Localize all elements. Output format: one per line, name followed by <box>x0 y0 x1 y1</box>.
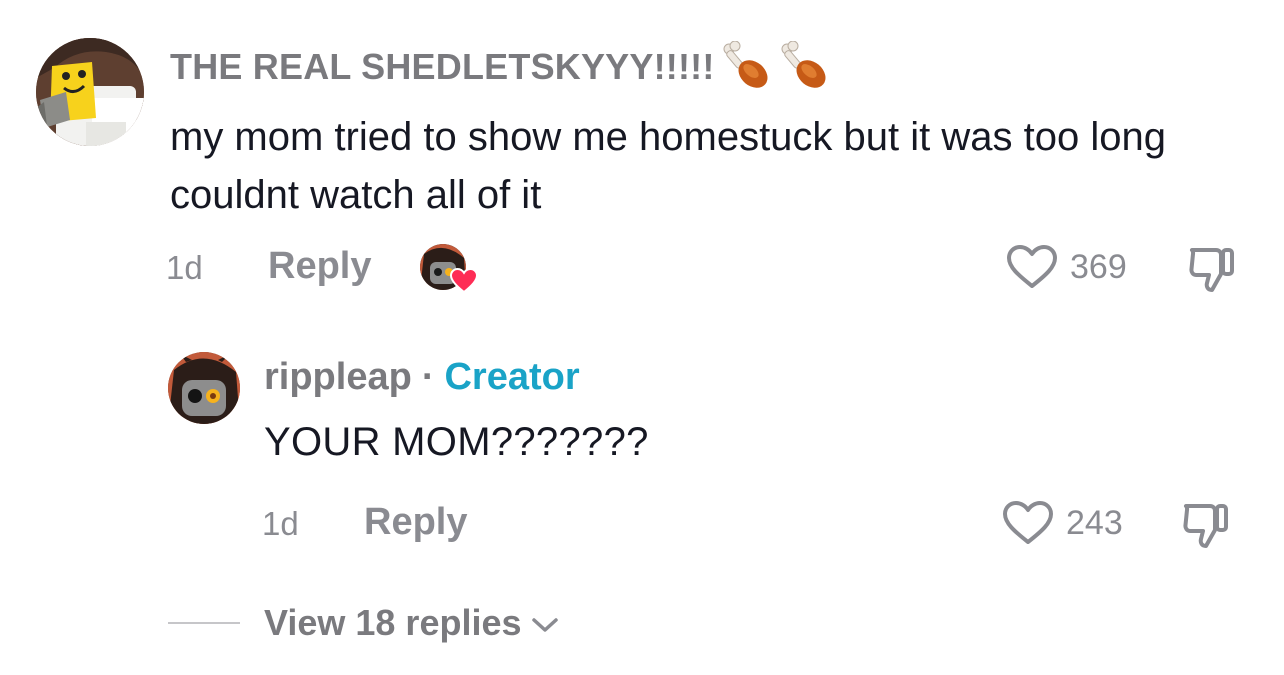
commenter-username[interactable]: THE REAL SHEDLETSKYYY!!!!! <box>170 41 831 93</box>
heart-badge-icon <box>450 268 478 294</box>
chevron-down-icon <box>531 618 558 632</box>
view-replies-button[interactable]: View 18 replies <box>168 602 560 644</box>
creator-liked-indicator <box>420 244 478 294</box>
comment-like-group[interactable]: 369 <box>1006 244 1127 290</box>
reply-reply-button[interactable]: Reply <box>364 501 467 544</box>
comment-reply-button[interactable]: Reply <box>268 245 371 288</box>
reply-author-avatar[interactable] <box>168 352 240 424</box>
reply-like-count: 243 <box>1066 503 1123 542</box>
commenter-avatar-image <box>36 38 144 146</box>
poultry-leg-emoji-icon <box>723 41 768 88</box>
poultry-leg-emoji-icon <box>781 41 826 88</box>
reply-dislike-button[interactable] <box>1180 500 1232 557</box>
heart-outline-icon[interactable] <box>1002 500 1054 546</box>
comment-text: my mom tried to show me homestuck but it… <box>170 115 1166 217</box>
thumbs-down-icon <box>1189 248 1234 292</box>
reply-avatar-image <box>168 352 240 424</box>
thumbs-down-icon <box>1183 504 1228 548</box>
comment-timestamp: 1d <box>166 249 203 286</box>
commenter-username-text: THE REAL SHEDLETSKYYY!!!!! <box>170 46 715 87</box>
reply-like-group[interactable]: 243 <box>1002 500 1123 546</box>
comment-like-count: 369 <box>1070 247 1127 286</box>
reply-author-username[interactable]: rippleap <box>264 356 412 399</box>
username-emoji-group <box>721 41 831 93</box>
reply-header-separator: · <box>421 356 435 398</box>
view-replies-divider <box>168 622 240 624</box>
heart-outline-icon[interactable] <box>1006 244 1058 290</box>
view-replies-label: View 18 replies <box>264 602 522 643</box>
commenter-avatar[interactable] <box>36 38 144 146</box>
comment-dislike-button[interactable] <box>1186 244 1238 301</box>
reply-header: rippleap · Creator <box>264 356 580 399</box>
creator-badge: Creator <box>444 356 580 398</box>
reply-timestamp: 1d <box>262 505 299 542</box>
reply-text: YOUR MOM??????? <box>264 420 649 464</box>
